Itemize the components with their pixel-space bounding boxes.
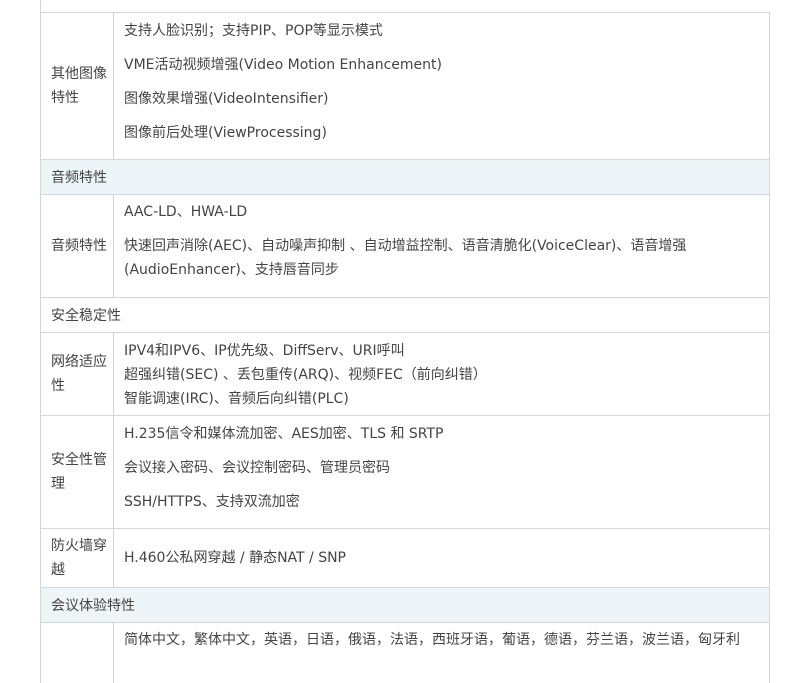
row-label-cell: 网络适应性 — [41, 333, 114, 415]
row-audio-features: 音频特性 AAC-LD、HWA-LD 快速回声消除(AEC)、自动噪声抑制 、自… — [40, 195, 770, 298]
row-label: 音频特性 — [51, 238, 107, 254]
row-label-cell: 其他图像特性 — [41, 13, 114, 159]
feature-text: AAC-LD、HWA-LD — [124, 204, 248, 220]
feature-text: (AudioEnhancer)、支持唇音同步 — [124, 262, 339, 278]
row-label: 其他图像特性 — [51, 66, 107, 106]
row-label-cell: 安全性管理 — [41, 416, 114, 528]
section-header-security: 安全稳定性 — [40, 298, 770, 333]
feature-text: 支持人脸识别；支持PIP、POP等显示模式 — [124, 23, 383, 39]
row-label-cell: 音频特性 — [41, 195, 114, 297]
feature-text: IPV4和IPV6、IP优先级、DiffServ、URI呼叫 — [124, 343, 405, 359]
feature-text: 快速回声消除(AEC)、自动噪声抑制 、自动增益控制、语音清脆化(VoiceCl… — [124, 238, 687, 254]
row-firewall-traversal: 防火墙穿越 H.460公私网穿越 / 静态NAT / SNP — [40, 529, 770, 588]
row-label: 安全性管理 — [51, 452, 107, 492]
feature-text: 超强纠错(SEC) 、丢包重传(ARQ)、视频FEC（前向纠错） — [124, 367, 487, 383]
row-label: 防火墙穿越 — [51, 538, 107, 578]
row-other-image-features: 其他图像特性 支持人脸识别；支持PIP、POP等显示模式 VME活动视频增强(V… — [40, 13, 770, 160]
row-label-cell: 防火墙穿越 — [41, 529, 114, 587]
feature-text: 简体中文，繁体中文，英语，日语，俄语，法语，西班牙语，葡语，德语，芬兰语，波兰语… — [124, 632, 740, 648]
feature-text: VME活动视频增强(Video Motion Enhancement) — [124, 57, 442, 73]
row-security-management: 安全性管理 H.235信令和媒体流加密、AES加密、TLS 和 SRTP 会议接… — [40, 416, 770, 529]
section-title: 安全稳定性 — [51, 308, 121, 324]
feature-text: 图像效果增强(VideoIntensifier) — [124, 91, 329, 107]
row-network-adaptability: 网络适应性 IPV4和IPV6、IP优先级、DiffServ、URI呼叫 超强纠… — [40, 333, 770, 416]
feature-text: 会议接入密码、会议控制密码、管理员密码 — [124, 460, 390, 476]
section-header-audio: 音频特性 — [40, 160, 770, 195]
row-label-cell — [41, 623, 114, 683]
row-languages: 简体中文，繁体中文，英语，日语，俄语，法语，西班牙语，葡语，德语，芬兰语，波兰语… — [40, 623, 770, 683]
section-header-conference: 会议体验特性 — [40, 588, 770, 623]
section-title: 音频特性 — [51, 170, 107, 186]
spec-table: 其他图像特性 支持人脸识别；支持PIP、POP等显示模式 VME活动视频增强(V… — [0, 0, 790, 683]
section-title: 会议体验特性 — [51, 598, 135, 614]
feature-text: 智能调速(IRC)、音频后向纠错(PLC) — [124, 391, 349, 407]
row-label: 网络适应性 — [51, 354, 107, 394]
feature-text: H.460公私网穿越 / 静态NAT / SNP — [124, 550, 347, 566]
feature-text: 图像前后处理(ViewProcessing) — [124, 125, 327, 141]
feature-text: SSH/HTTPS、支持双流加密 — [124, 494, 300, 510]
feature-text: H.235信令和媒体流加密、AES加密、TLS 和 SRTP — [124, 426, 444, 442]
